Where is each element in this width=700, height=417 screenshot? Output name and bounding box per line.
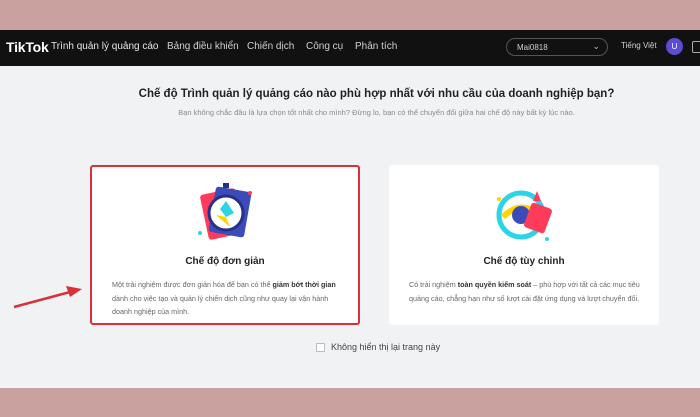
custom-mode-description: Có trải nghiệm toàn quyền kiểm soát – ph… (409, 280, 640, 303)
notification-icon[interactable] (692, 41, 700, 53)
app-window: TikTok Trình quản lý quảng cáo Bảng điều… (0, 30, 700, 388)
nav-analytics[interactable]: Phân tích (355, 41, 397, 52)
page-title: Chế độ Trình quản lý quảng cáo nào phù h… (138, 88, 615, 100)
nav-campaigns[interactable]: Chiến dịch (247, 41, 294, 52)
top-navigation-bar: TikTok Trình quản lý quảng cáo Bảng điều… (0, 30, 700, 66)
chevron-down-icon: ⌄ (592, 41, 600, 51)
product-name: Trình quản lý quảng cáo (51, 41, 159, 52)
dont-show-again-checkbox[interactable] (316, 343, 325, 352)
dont-show-again-label[interactable]: Không hiển thị lại trang này (331, 342, 440, 352)
custom-mode-title: Chế độ tùy chỉnh (483, 256, 565, 267)
avatar[interactable]: U (666, 38, 683, 55)
tiktok-logo[interactable]: TikTok (6, 39, 49, 55)
custom-mode-illustration-icon (496, 190, 552, 241)
account-name: Mai0818 (517, 43, 548, 52)
simple-mode-card[interactable]: Chế độ đơn giản Một trải nghiệm được đơn… (90, 165, 360, 325)
simple-mode-description: Một trải nghiệm được đơn giản hóa để bạn… (112, 280, 336, 316)
nav-tools[interactable]: Công cụ (306, 41, 343, 52)
nav-dashboard[interactable]: Bảng điều khiển (167, 41, 239, 52)
language-selector[interactable]: Tiếng Việt (621, 41, 657, 50)
account-selector[interactable]: Mai0818 ⌄ (506, 38, 608, 56)
page-subtitle: Bạn không chắc đâu là lựa chọn tốt nhất … (178, 108, 575, 117)
simple-mode-illustration-icon (198, 183, 252, 240)
simple-mode-title: Chế độ đơn giản (185, 256, 265, 267)
custom-mode-card[interactable]: Chế độ tùy chỉnh Có trải nghiệm toàn quy… (389, 165, 659, 325)
